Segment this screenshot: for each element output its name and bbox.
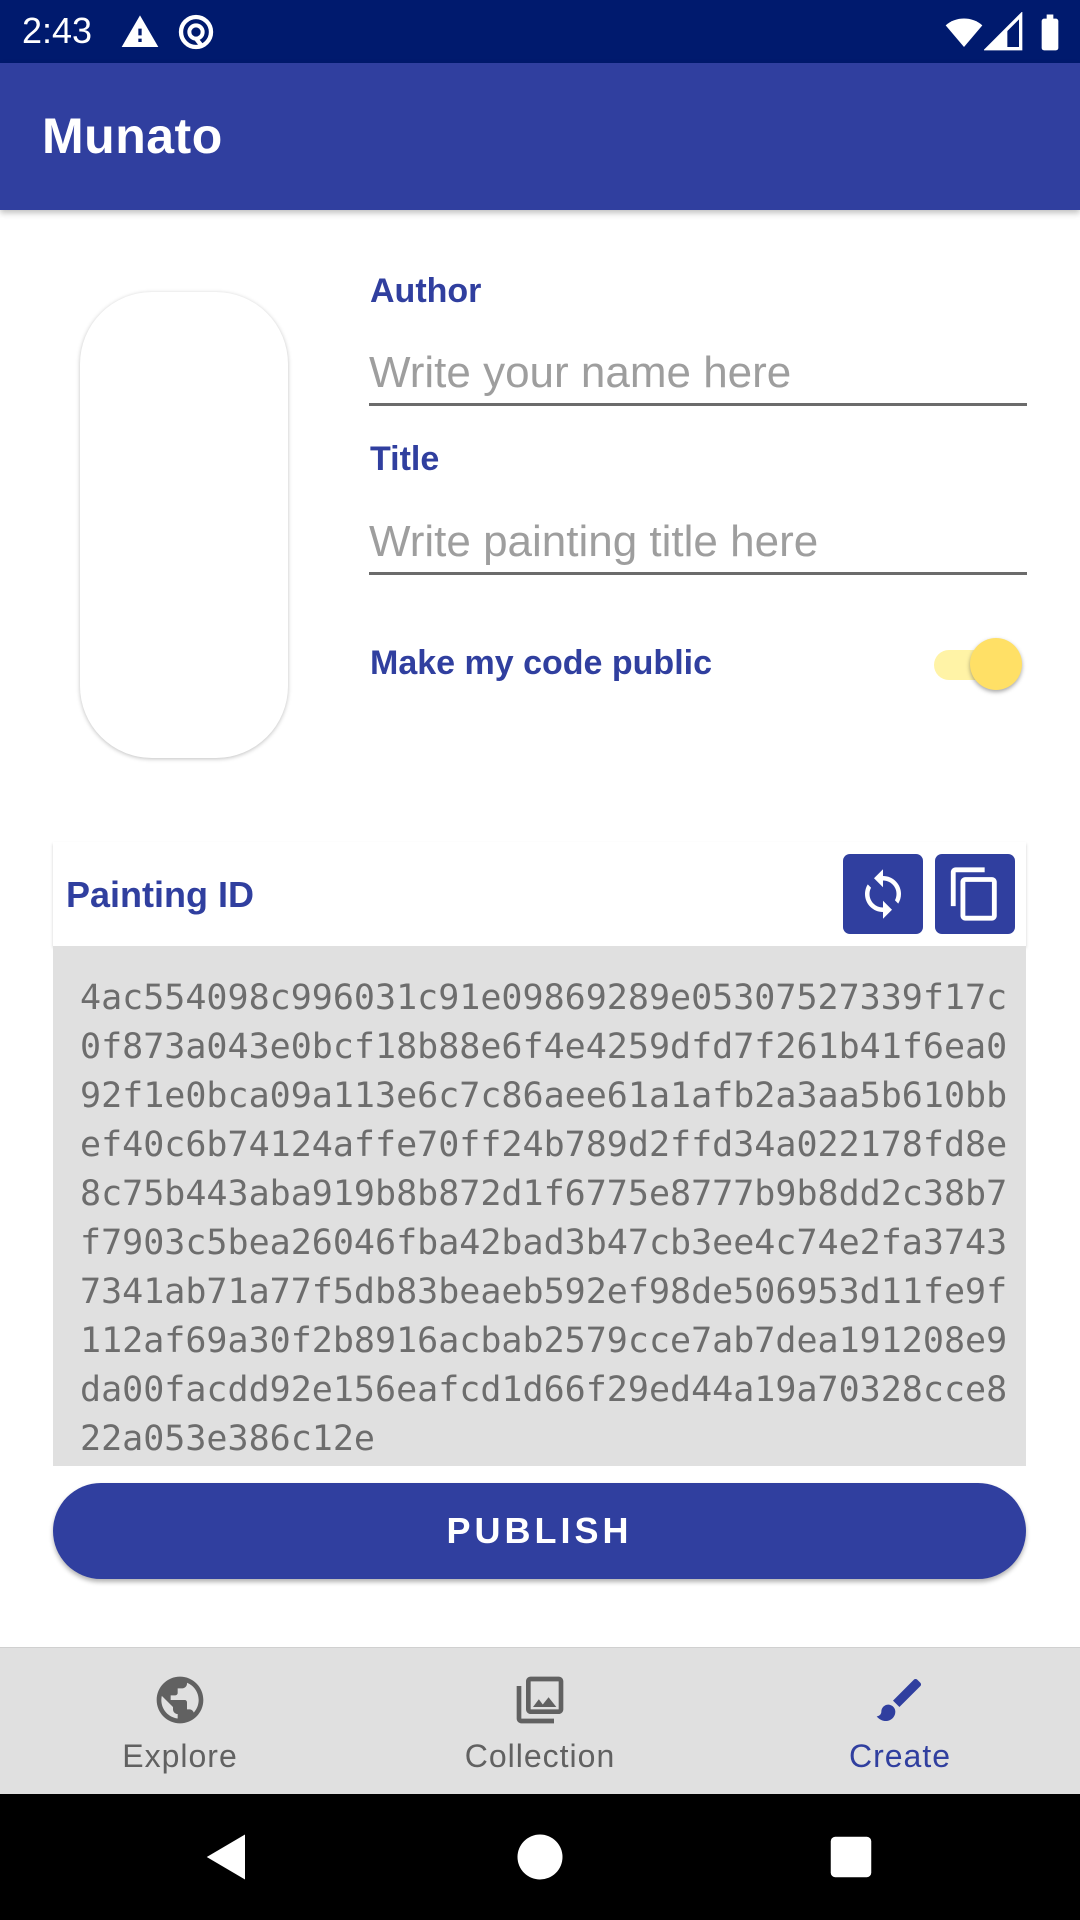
bottom-navigation: Explore Collection Create — [0, 1647, 1080, 1795]
nav-item-collection[interactable]: Collection — [360, 1648, 720, 1795]
copy-icon — [950, 867, 997, 921]
painting-id-code: 4ac554098c996031c91e09869289e05307527339… — [80, 978, 1008, 1459]
title-label: Title — [370, 440, 440, 478]
title-input[interactable] — [369, 512, 1027, 575]
painting-id-label: Painting ID — [66, 874, 254, 915]
author-input[interactable] — [369, 343, 1027, 406]
public-toggle-switch[interactable] — [934, 636, 1022, 696]
app-bar: Munato — [0, 63, 1080, 210]
battery-icon — [1041, 14, 1059, 51]
status-time: 2:43 — [22, 10, 93, 51]
warning-icon — [121, 15, 159, 48]
back-icon[interactable] — [200, 1830, 254, 1884]
switch-thumb — [970, 638, 1022, 690]
app-title: Munato — [42, 108, 223, 164]
home-icon[interactable] — [513, 1830, 567, 1884]
public-toggle-label: Make my code public — [370, 644, 712, 682]
nav-item-explore[interactable]: Explore — [0, 1648, 360, 1795]
publish-button[interactable]: PUBLISH — [53, 1483, 1026, 1579]
signal-icon — [984, 12, 1023, 51]
gallery-icon — [516, 1676, 564, 1724]
refresh-icon — [865, 869, 901, 919]
recents-icon[interactable] — [824, 1830, 878, 1884]
sync-disabled-icon — [178, 14, 214, 50]
status-bar: 2:43 — [0, 0, 1080, 63]
painting-id-header: Painting ID — [53, 842, 1026, 946]
painting-preview[interactable] — [80, 292, 288, 758]
painting-id-code-box[interactable]: 4ac554098c996031c91e09869289e05307527339… — [53, 946, 1026, 1466]
nav-item-create[interactable]: Create — [720, 1648, 1080, 1795]
globe-icon — [156, 1676, 204, 1724]
copy-id-button[interactable] — [935, 854, 1015, 934]
author-label: Author — [370, 272, 482, 310]
system-navigation-bar — [0, 1794, 1080, 1920]
nav-label-create: Create — [848, 1738, 952, 1774]
refresh-id-button[interactable] — [843, 854, 923, 934]
nav-label-explore: Explore — [122, 1738, 238, 1774]
brush-icon — [876, 1678, 922, 1721]
nav-label-collection: Collection — [464, 1738, 616, 1774]
wifi-icon — [945, 18, 983, 47]
